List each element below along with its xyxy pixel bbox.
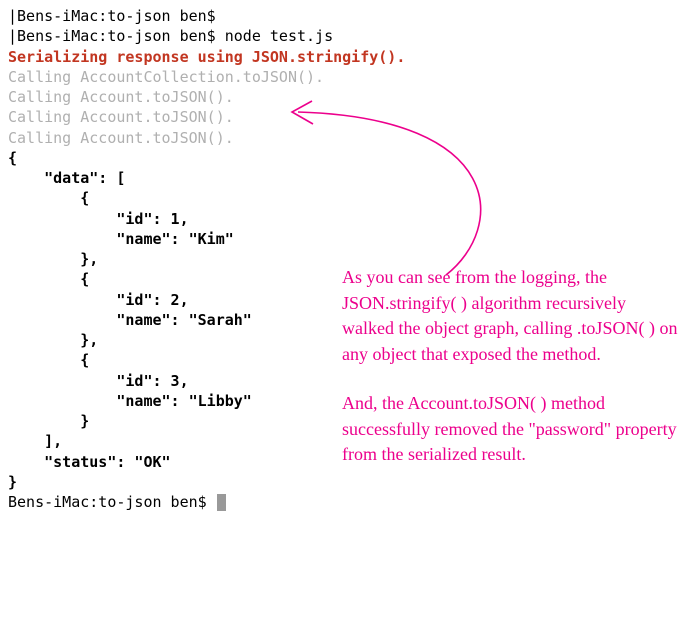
log-text: Serializing response using <box>8 48 252 66</box>
log-line: Calling Account.toJSON(). <box>8 87 692 107</box>
caret-icon: | <box>8 6 17 26</box>
json-output: { <box>8 188 692 208</box>
annotation-paragraph: As you can see from the logging, the JSO… <box>342 265 682 367</box>
log-text: JSON.stringify() <box>252 48 397 66</box>
log-text: . <box>396 48 405 66</box>
log-line: Calling Account.toJSON(). <box>8 107 692 127</box>
json-output: { <box>8 148 692 168</box>
prompt-line: Bens-iMac:to-json ben$ <box>8 492 692 512</box>
cursor-icon <box>217 494 226 511</box>
prompt-line: |Bens-iMac:to-json ben$ <box>8 6 692 26</box>
log-line: Calling Account.toJSON(). <box>8 128 692 148</box>
prompt-text: Bens-iMac:to-json ben$ <box>8 493 216 511</box>
prompt-text: Bens-iMac:to-json ben$ <box>17 27 225 45</box>
command-text: node test.js <box>225 27 333 45</box>
log-line: Calling AccountCollection.toJSON(). <box>8 67 692 87</box>
json-output: "data": [ <box>8 168 692 188</box>
annotation-text: As you can see from the logging, the JSO… <box>342 265 682 492</box>
annotation-paragraph: And, the Account.toJSON( ) method succes… <box>342 391 682 468</box>
json-output: "name": "Kim" <box>8 229 692 249</box>
prompt-text: Bens-iMac:to-json ben$ <box>17 7 216 25</box>
json-output: "id": 1, <box>8 209 692 229</box>
caret-icon: | <box>8 26 17 46</box>
prompt-line: |Bens-iMac:to-json ben$ node test.js <box>8 26 692 46</box>
log-line: Serializing response using JSON.stringif… <box>8 47 692 67</box>
